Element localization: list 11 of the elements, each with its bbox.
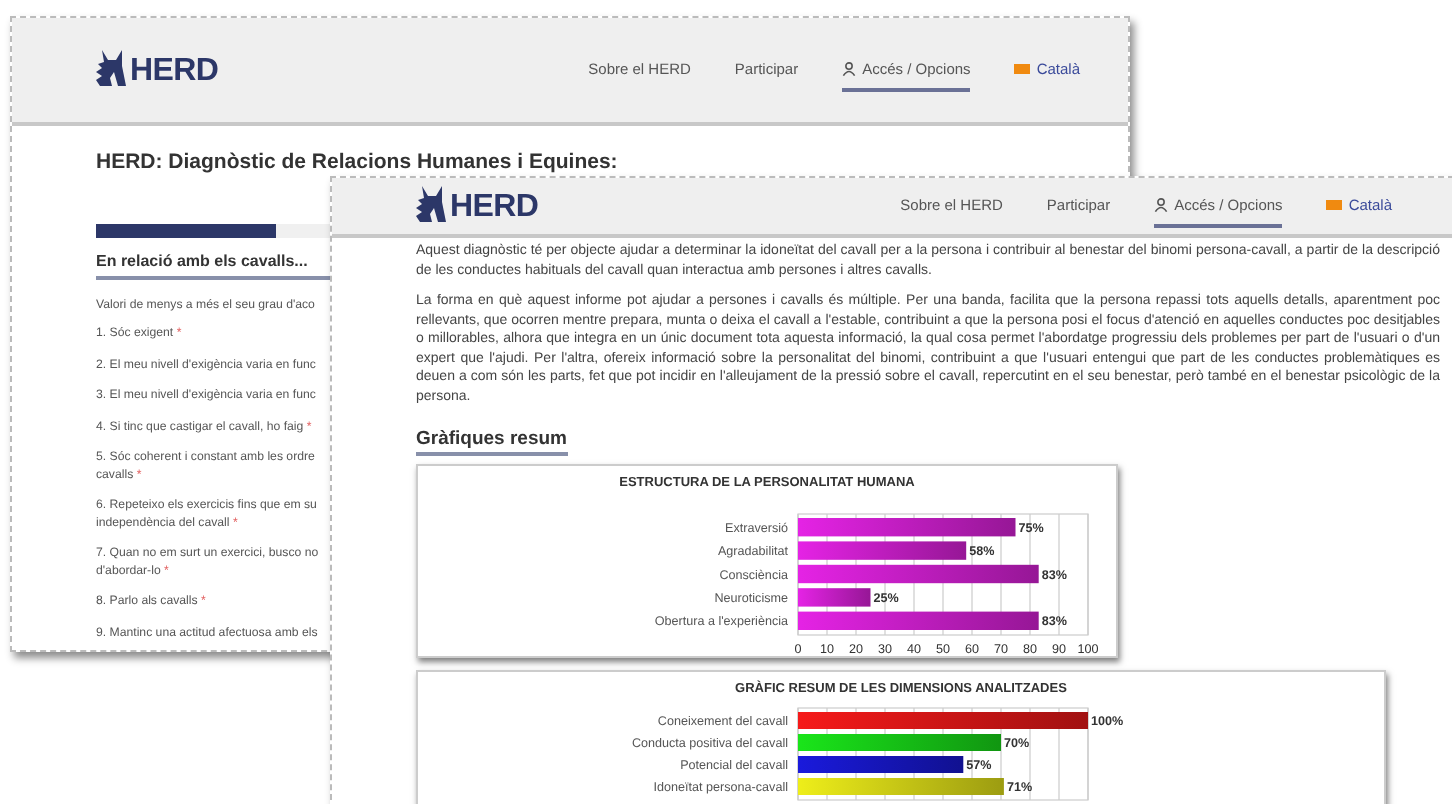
horse-head-icon: [96, 50, 128, 90]
page-title: HERD: Diagnòstic de Relacions Humanes i Equines:: [96, 150, 620, 174]
flag-icon: [1014, 63, 1031, 73]
horse-head-icon: [416, 186, 448, 226]
logo-text: HERD: [450, 190, 539, 226]
person-icon: [842, 61, 857, 75]
bar: [798, 588, 871, 607]
person-icon: [1154, 197, 1169, 211]
section-heading: Gràfiques resum: [416, 428, 567, 456]
logo-text: HERD: [130, 54, 219, 90]
flag-icon: [1326, 199, 1343, 209]
